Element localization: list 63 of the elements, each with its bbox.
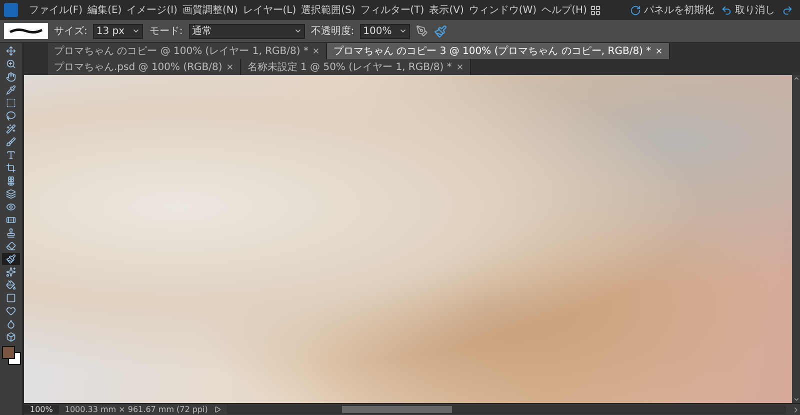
stamp-icon: [6, 228, 16, 238]
hand-icon: [6, 72, 16, 82]
undo-button[interactable]: 取り消し: [718, 3, 778, 17]
vertical-scrollbar[interactable]: [792, 75, 800, 403]
menu-item[interactable]: イメージ(I): [124, 3, 180, 17]
close-icon[interactable]: [312, 47, 320, 55]
scroll-down-icon[interactable]: [792, 396, 800, 403]
menu-item[interactable]: 表示(V): [427, 3, 466, 17]
bucket-icon: [6, 280, 16, 290]
close-icon[interactable]: [456, 63, 464, 71]
menu-item[interactable]: ウィンドウ(W): [466, 3, 539, 17]
color-swatches-drawing[interactable]: [2, 346, 20, 364]
mode-label: モード:: [149, 25, 183, 38]
caret-icon: [399, 27, 408, 35]
close-icon[interactable]: [655, 47, 664, 55]
tool-button[interactable]: [2, 253, 20, 265]
scroll-up-icon[interactable]: [792, 75, 800, 82]
eyedropper-icon: [6, 85, 16, 95]
document-tab[interactable]: プロマちゃん.psd @ 100% (RGB/8): [48, 59, 242, 75]
mode-dropdown[interactable]: 通常: [188, 24, 305, 38]
size-field[interactable]: 13 px: [93, 24, 144, 38]
eraser-icon: [6, 241, 16, 251]
close-icon[interactable]: [226, 63, 234, 71]
menu-item[interactable]: レイヤー(L): [240, 3, 298, 17]
size-label: サイズ:: [54, 25, 88, 38]
menu-item[interactable]: 画質調整(N): [180, 3, 240, 17]
menu-item[interactable]: 選択範囲(S): [299, 3, 358, 17]
wand-icon: [6, 124, 16, 134]
menu-item[interactable]: ヘルプ(H): [540, 3, 589, 17]
brush-settings-icon[interactable]: [434, 24, 448, 38]
workspace-icon[interactable]: [590, 4, 601, 16]
text-icon: [6, 150, 16, 160]
crop-icon: [6, 163, 16, 173]
brush-icon: [6, 254, 16, 264]
heart-icon: [6, 306, 16, 316]
marquee-icon: [6, 98, 16, 108]
lasso-icon: [6, 111, 16, 121]
document-tab[interactable]: プロマちゃん のコピー 3 @ 100% (プロマちゃん のコピー, RGB/8) *: [327, 43, 670, 59]
app-logo: [4, 3, 18, 17]
caret-icon: [132, 27, 140, 35]
document-tab[interactable]: プロマちゃん のコピー @ 100% (レイヤー 1, RGB/8) *: [48, 43, 328, 59]
redo-icon: [782, 4, 793, 16]
layers-icon: [6, 189, 16, 199]
horizontal-scrollbar[interactable]: [226, 405, 786, 414]
scroll-right-icon[interactable]: [792, 406, 800, 414]
reset-button[interactable]: パネルを初期化: [627, 3, 717, 17]
menu-item[interactable]: フィルター(T): [358, 3, 426, 17]
menu-item[interactable]: 編集(E): [86, 3, 124, 17]
opacity-label: 不透明度:: [310, 24, 354, 38]
opacity-field[interactable]: 100%: [360, 24, 410, 38]
caret-icon: [294, 27, 302, 35]
reset-icon: [630, 4, 641, 16]
play-icon[interactable]: [214, 406, 221, 413]
undo-icon: [721, 4, 732, 16]
brush-preview[interactable]: [4, 23, 48, 39]
zoom-level[interactable]: 100%: [24, 405, 59, 414]
menu-item[interactable]: ファイル(F): [27, 3, 85, 17]
bandage-icon: [6, 215, 16, 225]
document-size: 1000.33 mm × 961.67 mm (72 ppi): [64, 405, 208, 414]
brush-stroke-icon: [9, 27, 43, 35]
zoom-icon: [6, 59, 16, 69]
move-icon: [6, 46, 16, 56]
document-tab[interactable]: 名称未設定 1 @ 50% (レイヤー 1, RGB/8) *: [241, 59, 471, 75]
